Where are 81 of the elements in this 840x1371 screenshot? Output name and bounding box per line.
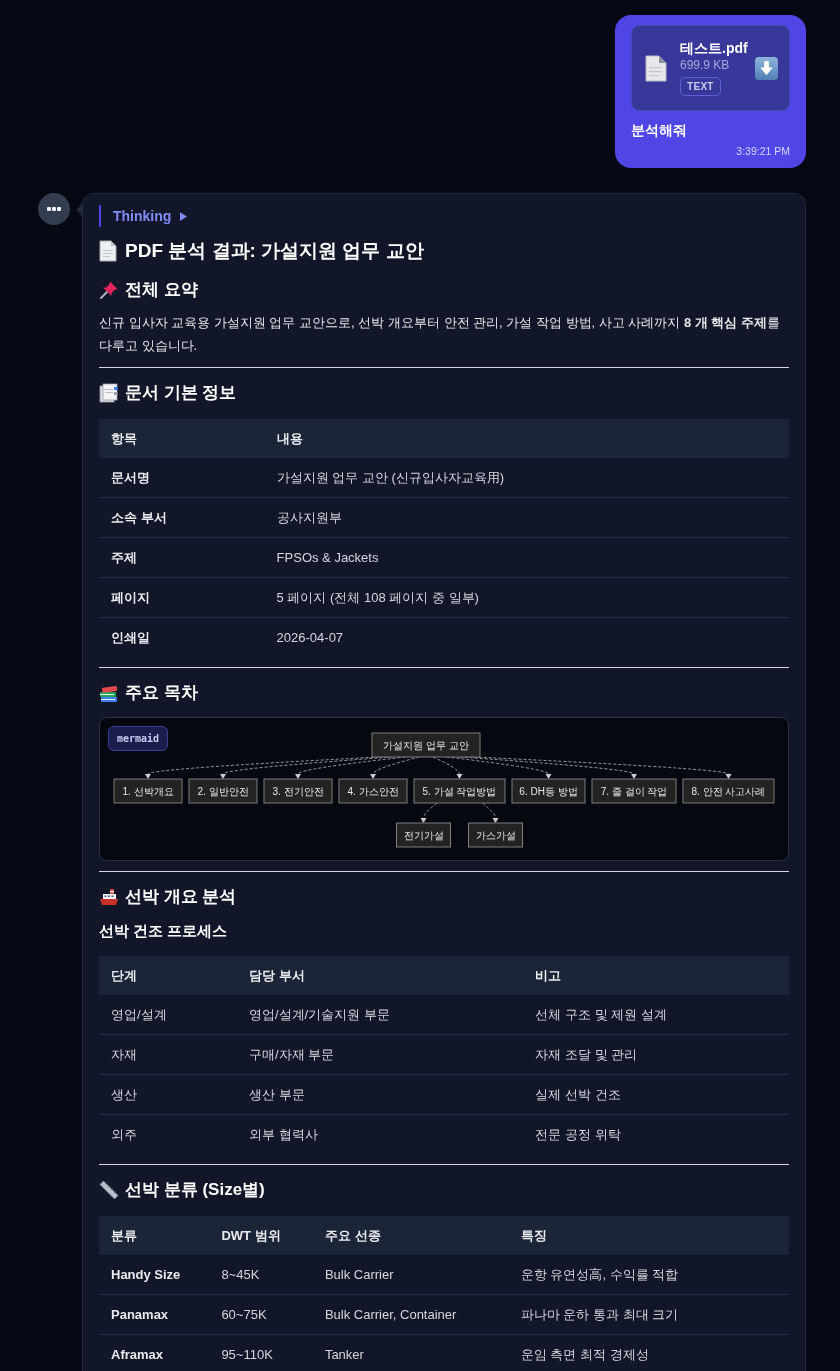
table-cell: 생산 [99,1074,237,1115]
section-heading: 주요 목차 [125,682,198,704]
table-cell: 영업/설계/기술지원 부문 [237,995,524,1035]
table-cell: 영업/설계 [99,995,237,1035]
table-cell: 전문 공정 위탁 [523,1114,789,1154]
column-header: 항목 [99,419,265,458]
pushpin-icon [99,280,119,300]
column-header: 분류 [99,1216,210,1255]
section-heading: 선박 개요 분석 [125,886,237,908]
table-cell: Panamax [99,1294,210,1335]
table-cell: 2026-04-07 [264,617,789,657]
table-cell: 선체 구조 및 제원 설계 [523,995,789,1035]
diagram-node: 6. DH등 방법 [511,778,586,804]
file-name: 테스트.pdf [680,40,748,57]
summary-paragraph: 신규 입사자 교육용 가설지원 업무 교안으로, 선박 개요부터 안전 관리, 가설 작업 방법, 사고 사례까지 8 개 핵심 주제를 다루고 있습니다. [99,314,782,355]
table-cell: 구매/자재 부문 [237,1034,524,1075]
table-cell: 공사지원부 [264,497,789,538]
diagram-node: 4. 가스안전 [338,778,408,804]
column-header: 주요 선종 [312,1216,509,1255]
column-header: DWT 범위 [209,1216,313,1255]
table-cell: Handy Size [99,1255,210,1295]
table-cell: Bulk Carrier [312,1255,509,1295]
table-cell: 운항 유연성高, 수익률 적합 [508,1255,789,1295]
language-badge: mermaid [108,726,169,751]
table-cell: Bulk Carrier, Container [312,1294,509,1335]
message-title: PDF 분석 결과: 가설지원 업무 교안 [125,239,424,263]
diagram-node: 8. 안전 사고사례 [682,778,775,804]
table-cell: 외부 협력사 [237,1114,524,1154]
column-header: 특징 [508,1216,789,1255]
diagram-node: 가스가설 [468,822,523,848]
tabbed-document-icon [99,383,119,403]
table-cell: 주제 [99,537,265,578]
table-cell: 페이지 [99,577,265,618]
message-time: 3:39:21 PM [735,144,790,158]
diagram-node: 5. 가설 작업방법 [413,778,506,804]
connector-arrow [420,802,438,823]
table-cell: 95~110K [209,1334,313,1371]
subsection-heading: 선박 건조 프로세스 [99,921,229,941]
caret-icon [180,211,188,221]
diagram-node: 3. 전기안전 [263,778,333,804]
column-header: 단계 [99,956,237,995]
table-cell: 5 페이지 (전체 108 페이지 중 일부) [264,577,789,618]
diagram-node: 7. 줄 걸이 작업 [591,778,677,804]
user-message-text: 분석해줘 [631,121,688,139]
download-icon[interactable] [755,56,778,80]
table-cell: FPSOs & Jackets [264,537,789,578]
document-icon [99,240,117,262]
connector-arrow [481,802,499,823]
ship-icon [99,887,119,907]
table-cell: 생산 부문 [237,1074,524,1115]
section-heading: 전체 요약 [125,279,198,301]
table-cell: 파나마 운하 통과 최대 크기 [508,1294,789,1335]
diagram-node: 2. 일반안전 [188,778,258,804]
table-cell: 소속 부서 [99,497,265,538]
table-cell: 자재 [99,1034,237,1075]
table-cell: 실제 선박 건조 [523,1074,789,1115]
section-heading: 문서 기본 정보 [125,382,237,404]
table-cell: 60~75K [209,1294,313,1335]
ruler-icon [99,1180,119,1200]
file-size: 699.9 KB [680,57,730,73]
books-icon [99,683,119,703]
table-cell: 가설지원 업무 교안 (신규입사자교육用) [264,458,789,498]
table-cell: 외주 [99,1114,237,1154]
column-header: 내용 [264,419,789,458]
diagram-node: 가설지원 업무 교안 [371,732,481,758]
table-cell: 자재 조달 및 관리 [523,1034,789,1075]
thinking-toggle[interactable]: Thinking [99,205,188,227]
table-cell: 운임 측면 최적 경제성 [508,1334,789,1371]
table-cell: 인쇄일 [99,617,265,657]
table-cell: 8~45K [209,1255,313,1295]
table-cell: 문서명 [99,458,265,498]
section-heading: 선박 분류 (Size별) [125,1179,265,1201]
table-cell: Aframax [99,1334,210,1371]
diagram-node: 전기가설 [396,822,451,848]
table-cell: Tanker [312,1334,509,1371]
column-header: 담당 부서 [237,956,524,995]
diagram-node: 1. 선박개요 [113,778,183,804]
column-header: 비고 [523,956,789,995]
file-icon [645,54,667,82]
avatar-icon [38,193,70,225]
file-type-badge: TEXT [680,77,721,96]
